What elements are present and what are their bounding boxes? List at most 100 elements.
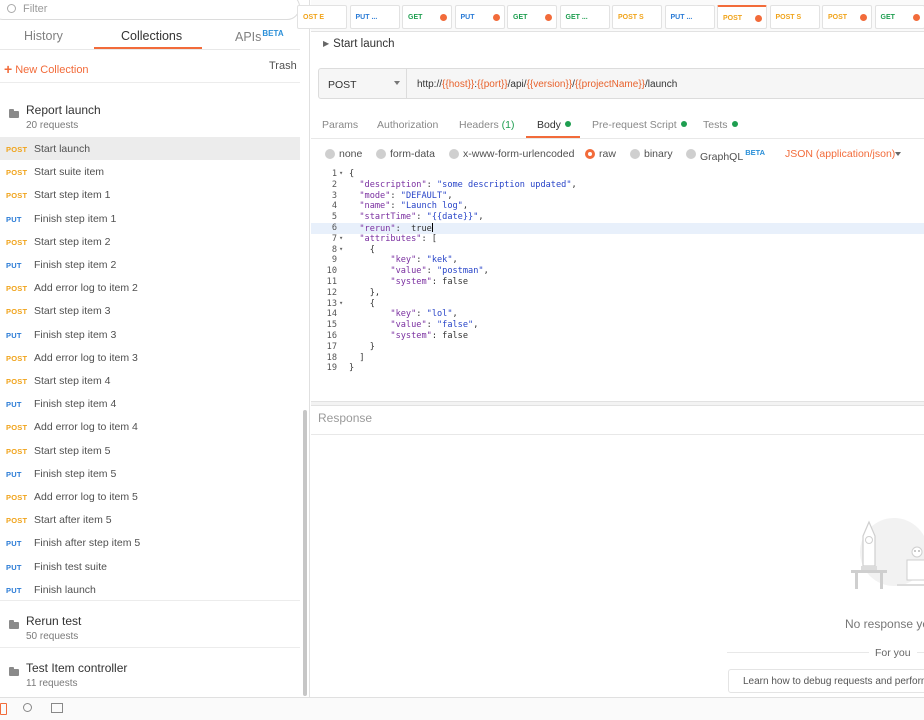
chevron-down-icon[interactable] [895,152,901,156]
tab-prerequest-label: Pre-request Script [592,119,677,131]
fold-toggle-icon[interactable]: ▾ [339,169,343,177]
collection-name: Report launch [26,103,101,117]
fold-toggle-icon[interactable]: ▾ [339,234,343,242]
request-item[interactable]: POST Start launch [0,137,300,160]
radio-form-data[interactable] [376,149,386,159]
request-tab[interactable]: PUT ... [664,5,715,29]
collection-rerun-test[interactable]: Rerun test 50 requests [0,604,300,650]
request-item[interactable]: PUT Finish step item 5 [0,462,300,485]
request-method: PUT [6,330,22,340]
body-editor[interactable]: 1 ▾{2 "description": "some description up… [311,168,924,400]
learn-debug-link[interactable]: Learn how to debug requests and perform [728,669,924,693]
status-dot [564,121,571,127]
tab-tests[interactable]: Tests [703,119,738,131]
request-item[interactable]: PUT Finish test suite [0,555,300,578]
request-item[interactable]: POST Start step item 3 [0,299,300,322]
request-name: Add error log to item 2 [34,282,138,295]
code-text: { [349,244,375,255]
request-tab-label: GET [880,14,895,21]
fold-toggle-icon[interactable]: ▾ [339,299,343,307]
trash-button[interactable]: Trash [269,60,297,72]
collection-name: Test Item controller [26,661,128,675]
tab-apis[interactable]: APIsBETA [235,29,284,44]
response-title: Response [318,411,373,425]
code-line: 8 ▾ { [311,245,924,256]
tab-prerequest-script[interactable]: Pre-request Script [592,119,687,131]
code-text: "startTime": "{{date}}", [359,212,484,223]
request-tab[interactable]: GET [507,5,557,29]
radio-raw[interactable] [585,149,595,159]
request-method: POST [6,284,28,294]
request-method: PUT [6,585,22,595]
request-method: POST [6,168,28,178]
request-item[interactable]: POST Start step item 1 [0,183,300,206]
tab-body[interactable]: Body [537,119,571,131]
format-select[interactable]: JSON (application/json) [785,148,895,160]
request-method: POST [6,145,28,154]
new-collection-button[interactable]: + New Collection [4,60,89,77]
request-tab[interactable]: POST S [769,5,820,29]
request-name: Finish step item 1 [34,212,117,225]
request-tab-label: GET ... [565,14,588,21]
request-tab-label: GET [513,14,528,21]
sidebar-scrollbar[interactable] [303,410,307,696]
request-tab[interactable]: GET [402,5,452,29]
url-variable: {{version}} [526,79,573,90]
request-item[interactable]: PUT Finish after step item 5 [0,531,300,554]
tab-params[interactable]: Params [322,119,358,131]
code-line: 2 "description": "some description updat… [311,180,924,191]
request-item[interactable]: POST Start step item 5 [0,439,300,462]
console-icon[interactable] [51,703,63,713]
fold-toggle-icon[interactable]: ▾ [339,245,343,253]
request-item[interactable]: PUT Finish launch [0,578,300,601]
request-subtabs: Params Authorization Headers (1) Body Pr… [311,110,924,139]
code-line: 11 "system": false [311,277,924,288]
request-item[interactable]: PUT Finish step item 2 [0,253,300,276]
filter-input[interactable]: Filter [0,0,300,20]
url-input[interactable]: http://{{host}}:{{port}}/api/{{version}}… [417,79,677,90]
request-name: Start suite item [34,166,105,179]
request-item[interactable]: PUT Finish step item 3 [0,323,300,346]
request-item[interactable]: POST Start suite item [0,160,300,183]
request-item[interactable]: PUT Finish step item 4 [0,392,300,415]
find-icon[interactable] [23,703,32,712]
method-select[interactable]: POST [319,69,407,98]
request-tab[interactable]: POST S [612,5,662,29]
line-number: 5 [331,212,337,223]
request-item[interactable]: POST Add error log to item 3 [0,346,300,369]
collection-report-launch[interactable]: Report launch 20 requests [0,93,300,139]
request-item[interactable]: POST Start step item 2 [0,230,300,253]
request-tab[interactable]: GET [874,5,924,29]
radio-graphql[interactable] [686,149,696,159]
request-tab[interactable]: POST [822,5,872,29]
radio-binary[interactable] [630,149,640,159]
code-text: { [349,169,355,179]
body-type-options: none form-data x-www-form-urlencoded raw… [323,146,923,163]
request-tab[interactable]: OST E [297,5,347,29]
request-tab[interactable]: PUT ... [349,5,400,29]
request-name: Finish launch [34,583,96,596]
tab-authorization[interactable]: Authorization [377,119,438,131]
request-item[interactable]: POST Start step item 4 [0,369,300,392]
request-title[interactable]: ▶ Start launch [323,38,395,50]
code-line: 5 "startTime": "{{date}}", [311,212,924,223]
status-dot [731,121,738,127]
request-tab[interactable]: GET ... [559,5,610,29]
request-method: PUT [6,539,22,549]
request-item[interactable]: POST Add error log to item 2 [0,276,300,299]
request-item[interactable]: POST Add error log to item 5 [0,485,300,508]
tab-history[interactable]: History [24,29,63,43]
tab-collections[interactable]: Collections [121,29,182,43]
tab-headers[interactable]: Headers (1) [459,119,514,131]
radio-none[interactable] [325,149,335,159]
request-item[interactable]: PUT Finish step item 1 [0,207,300,230]
radio-urlencoded[interactable] [449,149,459,159]
request-item[interactable]: POST Add error log to item 4 [0,415,300,438]
request-tab[interactable]: PUT [454,5,505,29]
line-number: 16 [326,331,337,341]
request-tab[interactable]: POST [717,5,767,29]
sidebar-toggle-icon[interactable] [0,703,7,715]
request-item[interactable]: POST Start after item 5 [0,508,300,531]
unsaved-dot-icon [912,14,920,21]
collection-test-item-controller[interactable]: Test Item controller 11 requests [0,651,300,697]
